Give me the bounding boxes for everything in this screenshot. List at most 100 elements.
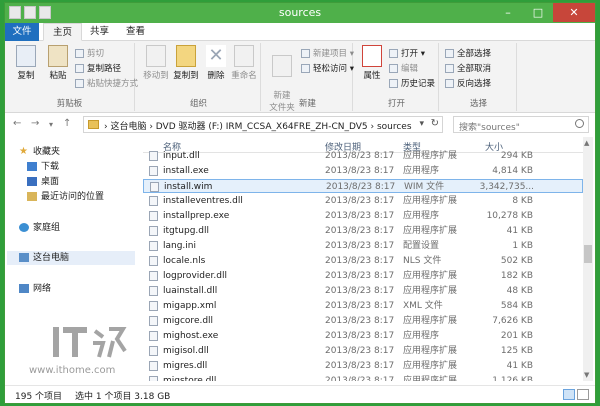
table-row[interactable]: input.dll 2013/8/23 8:17 应用程序扩展 294 KB — [143, 149, 583, 163]
search-box[interactable]: 搜索"sources" — [453, 116, 589, 133]
file-size: 48 KB — [506, 286, 533, 296]
copy-to-button[interactable]: 复制到 — [173, 45, 199, 81]
rename-button[interactable]: 重命名 — [231, 45, 257, 81]
file-date: 2013/8/23 8:17 — [325, 151, 395, 161]
delete-button[interactable]: ✕ 删除 — [203, 45, 229, 81]
back-arrow-icon[interactable]: ← — [13, 118, 21, 129]
scroll-up-icon[interactable]: ▲ — [584, 139, 589, 147]
move-to-button[interactable]: 移动到 — [143, 45, 169, 81]
copy-to-icon — [176, 45, 196, 67]
tab-share[interactable]: 共享 — [81, 23, 118, 41]
vertical-scrollbar[interactable]: ▲ ▼ — [583, 137, 593, 381]
table-row[interactable]: migres.dll 2013/8/23 8:17 应用程序扩展 41 KB — [143, 359, 583, 373]
table-row[interactable]: lang.ini 2013/8/23 8:17 配置设置 1 KB — [143, 239, 583, 253]
file-date: 2013/8/23 8:17 — [325, 271, 395, 281]
nav-homegroup[interactable]: 家庭组 — [19, 221, 60, 235]
file-date: 2013/8/23 8:17 — [325, 361, 395, 371]
file-date: 2013/8/23 8:17 — [325, 226, 395, 236]
paste-shortcut-button[interactable]: 粘贴快捷方式 — [75, 78, 138, 91]
table-row[interactable]: install.exe 2013/8/23 8:17 应用程序 4,814 KB — [143, 164, 583, 178]
file-type: 应用程序扩展 — [403, 196, 458, 206]
table-row[interactable]: migapp.xml 2013/8/23 8:17 XML 文件 584 KB — [143, 299, 583, 313]
file-icon — [149, 331, 158, 341]
paste-button[interactable]: 粘贴 — [45, 45, 71, 81]
open-button[interactable]: 打开 ▾ — [389, 48, 425, 61]
search-icon — [575, 119, 584, 128]
details-view-icon[interactable] — [563, 389, 575, 400]
table-row[interactable]: itgtupg.dll 2013/8/23 8:17 应用程序扩展 41 KB — [143, 224, 583, 238]
status-bar: 195 个项目 选中 1 个项目 3.18 GB — [5, 385, 595, 403]
table-row[interactable]: logprovider.dll 2013/8/23 8:17 应用程序扩展 182 K… — [143, 269, 583, 283]
file-name: migcore.dll — [163, 316, 214, 326]
new-item-button[interactable]: 新建项目 ▾ — [301, 48, 354, 61]
nav-recent[interactable]: 最近访问的位置 — [27, 190, 104, 204]
nav-this-pc[interactable]: 这台电脑 — [7, 251, 135, 265]
file-type: 应用程序扩展 — [403, 376, 458, 381]
large-icons-view-icon[interactable] — [577, 389, 589, 400]
recent-locations-chevron-icon[interactable]: ▾ — [49, 120, 53, 129]
explorer-window: sources – □ ✕ 文件 主页 共享 查看 复制 粘贴 剪切 复制路径 … — [4, 2, 596, 404]
copy-button[interactable]: 复制 — [13, 45, 39, 81]
organize-group: 移动到 复制到 ✕ 删除 重命名 组织 — [137, 43, 261, 111]
file-name: lang.ini — [163, 241, 196, 251]
select-none-button[interactable]: 全部取消 — [445, 63, 491, 76]
history-button[interactable]: 历史记录 — [389, 78, 435, 91]
file-date: 2013/8/23 8:17 — [325, 166, 395, 176]
table-row[interactable]: installprep.exe 2013/8/23 8:17 应用程序 10,278 … — [143, 209, 583, 223]
file-icon — [149, 241, 158, 251]
address-dropdown-icon[interactable]: ▾ — [419, 119, 424, 129]
ribbon: 复制 粘贴 剪切 复制路径 粘贴快捷方式 剪贴板 移动到 复制到 ✕ 删除 重命… — [5, 41, 595, 113]
table-row[interactable]: luainstall.dll 2013/8/23 8:17 应用程序扩展 48 KB — [143, 284, 583, 298]
file-date: 2013/8/23 8:17 — [325, 211, 395, 221]
nav-downloads[interactable]: 下载 — [27, 160, 59, 174]
maximize-button[interactable]: □ — [523, 3, 553, 22]
window-controls: – □ ✕ — [493, 3, 595, 22]
recent-places-icon — [27, 192, 37, 201]
copy-path-button[interactable]: 复制路径 — [75, 63, 121, 76]
refresh-icon[interactable]: ↻ — [431, 118, 439, 129]
file-size: 7,626 KB — [492, 316, 533, 326]
breadcrumb[interactable]: › 这台电脑 › DVD 驱动器 (F:) IRM_CCSA_X64FRE_ZH… — [104, 119, 412, 132]
rename-icon — [234, 45, 254, 67]
tab-file[interactable]: 文件 — [5, 23, 39, 41]
tab-view[interactable]: 查看 — [117, 23, 154, 41]
file-name: installprep.exe — [163, 211, 230, 221]
table-row[interactable]: install.wim 2013/8/23 8:17 WIM 文件 3,342,735… — [143, 179, 583, 193]
invert-selection-button[interactable]: 反向选择 — [445, 78, 491, 91]
easy-access-button[interactable]: 轻松访问 ▾ — [301, 63, 354, 76]
open-group-label: 打开 — [387, 99, 405, 109]
tab-home[interactable]: 主页 — [43, 23, 83, 41]
edit-button[interactable]: 编辑 — [389, 63, 418, 76]
nav-network[interactable]: 网络 — [19, 282, 51, 296]
properties-check-icon — [362, 45, 382, 67]
scroll-down-icon[interactable]: ▼ — [584, 371, 589, 379]
cut-button[interactable]: 剪切 — [75, 48, 104, 61]
forward-arrow-icon[interactable]: → — [31, 118, 39, 129]
table-row[interactable]: migisol.dll 2013/8/23 8:17 应用程序扩展 125 KB — [143, 344, 583, 358]
nav-desktop[interactable]: 桌面 — [27, 175, 59, 189]
table-row[interactable]: locale.nls 2013/8/23 8:17 NLS 文件 502 KB — [143, 254, 583, 268]
file-name: migres.dll — [163, 361, 208, 371]
table-row[interactable]: installeventres.dll 2013/8/23 8:17 应用程序扩展 8… — [143, 194, 583, 208]
file-icon — [149, 316, 158, 326]
folder-icon — [88, 120, 99, 129]
up-arrow-icon[interactable]: ↑ — [63, 118, 71, 129]
table-row[interactable]: migcore.dll 2013/8/23 8:17 应用程序扩展 7,626 KB — [143, 314, 583, 328]
file-type: 应用程序扩展 — [403, 361, 458, 371]
clipboard-group: 复制 粘贴 剪切 复制路径 粘贴快捷方式 剪贴板 — [5, 43, 138, 111]
address-box[interactable]: › 这台电脑 › DVD 驱动器 (F:) IRM_CCSA_X64FRE_ZH… — [83, 116, 443, 133]
properties-button[interactable]: 属性 — [359, 45, 385, 81]
scroll-thumb[interactable] — [584, 245, 592, 263]
close-button[interactable]: ✕ — [553, 3, 595, 22]
minimize-button[interactable]: – — [493, 3, 523, 22]
file-size: 584 KB — [500, 301, 533, 311]
nav-favorites[interactable]: ★ 收藏夹 — [19, 145, 60, 159]
table-row[interactable]: migstore.dll 2013/8/23 8:17 应用程序扩展 1,126 KB — [143, 374, 583, 381]
select-all-button[interactable]: 全部选择 — [445, 48, 491, 61]
select-all-icon — [445, 49, 454, 58]
file-type: 应用程序扩展 — [403, 151, 458, 161]
file-icon — [149, 226, 158, 236]
table-row[interactable]: mighost.exe 2013/8/23 8:17 应用程序 201 KB — [143, 329, 583, 343]
file-size: 10,278 KB — [486, 211, 533, 221]
file-name: migisol.dll — [163, 346, 209, 356]
